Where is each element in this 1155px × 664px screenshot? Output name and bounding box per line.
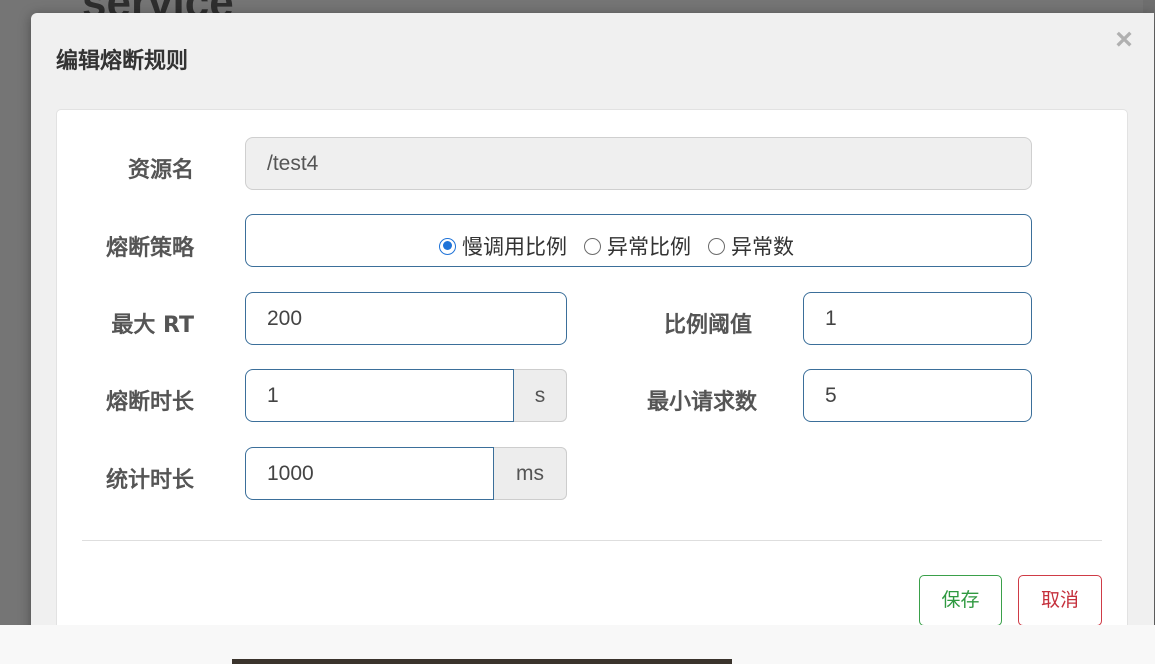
ratio-threshold-input[interactable]: 1 [803, 292, 1032, 345]
cancel-button[interactable]: 取消 [1018, 575, 1102, 626]
duration-unit-addon: s [514, 369, 567, 422]
radio-error-count[interactable]: 异常数 [708, 231, 794, 261]
radio-unchecked-icon [584, 237, 601, 255]
form-panel: 资源名 /test4 熔断策略 慢调用比例 异常比例 异常数 最大 RT 200… [56, 109, 1128, 641]
break-duration-input[interactable]: 1 [245, 369, 514, 422]
min-request-input[interactable]: 5 [803, 369, 1032, 422]
min-request-label: 最小请求数 [646, 390, 757, 415]
bottom-dark-strip [232, 659, 732, 664]
strategy-label: 熔断策略 [105, 236, 194, 261]
break-duration-label: 熔断时长 [105, 390, 194, 415]
radio-label: 异常数 [731, 235, 794, 259]
ratio-threshold-label: 比例阈值 [663, 313, 752, 338]
radio-label: 异常比例 [607, 235, 691, 259]
footer-divider [82, 540, 1102, 541]
modal-title: 编辑熔断规则 [56, 49, 189, 74]
max-rt-label: 最大 RT [111, 313, 194, 338]
max-rt-input[interactable]: 200 [245, 292, 567, 345]
radio-slow-call-ratio[interactable]: 慢调用比例 [439, 231, 567, 261]
radio-error-ratio[interactable]: 异常比例 [584, 231, 691, 261]
save-button[interactable]: 保存 [919, 575, 1002, 626]
edit-circuit-breaker-modal: 编辑熔断规则 × 资源名 /test4 熔断策略 慢调用比例 异常比例 异常数 [31, 13, 1154, 653]
close-icon[interactable]: × [1111, 23, 1137, 57]
radio-label: 慢调用比例 [462, 235, 567, 259]
stat-unit-addon: ms [494, 447, 567, 500]
stat-duration-input[interactable]: 1000 [245, 447, 494, 500]
radio-unchecked-icon [708, 237, 725, 255]
radio-checked-icon [439, 237, 456, 255]
resource-input: /test4 [245, 137, 1032, 190]
stat-duration-label: 统计时长 [105, 468, 194, 493]
resource-label: 资源名 [127, 158, 194, 183]
strategy-radio-group: 慢调用比例 异常比例 异常数 [245, 214, 1032, 267]
